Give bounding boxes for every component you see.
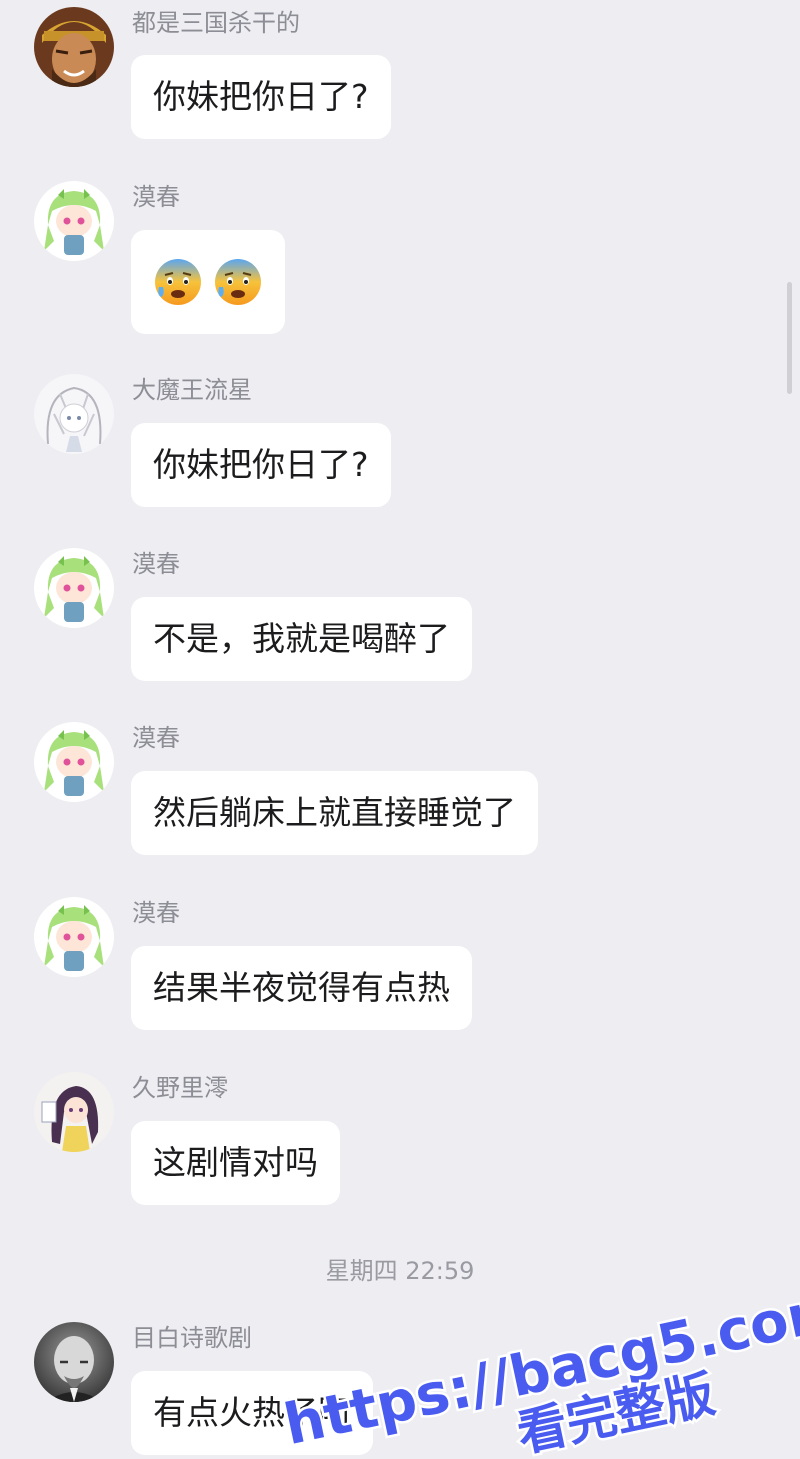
anxious-sweat-emoji-icon [215,259,261,305]
message-bubble[interactable]: 你妹把你日了? [131,423,391,507]
anime-green-hair-avatar-icon[interactable] [34,897,114,977]
anime-purple-hair-avatar-icon[interactable] [34,1072,114,1152]
timestamp-divider: 星期四 22:59 [325,1257,475,1285]
sender-name[interactable]: 漠春 [132,549,180,579]
sender-name[interactable]: 漠春 [132,898,180,928]
emoji-bubble[interactable] [131,230,285,334]
sender-name[interactable]: 漠春 [132,182,180,212]
warrior-avatar-icon[interactable] [34,7,114,87]
message-bubble[interactable]: 有点火热了阿 [131,1371,373,1455]
sender-name[interactable]: 漠春 [132,723,180,753]
scrollbar[interactable] [787,282,792,394]
anime-green-hair-avatar-icon[interactable] [34,722,114,802]
watermark-overlay: https://bacg5.com 看完整版 [276,1273,800,1459]
anime-green-hair-avatar-icon[interactable] [34,548,114,628]
anime-green-hair-avatar-icon[interactable] [34,181,114,261]
sender-name[interactable]: 都是三国杀干的 [132,8,300,38]
message-bubble[interactable]: 结果半夜觉得有点热 [131,946,472,1030]
sender-name[interactable]: 目白诗歌剧 [132,1323,252,1353]
message-bubble[interactable]: 你妹把你日了? [131,55,391,139]
watermark-line-2: 看完整版 [512,1365,720,1459]
chat-history[interactable]: 都是三国杀干的 你妹把你日了? 漠春 大魔王流星 你妹把你日了? 漠春 不是，我… [0,0,800,1459]
message-bubble[interactable]: 这剧情对吗 [131,1121,340,1205]
sender-name[interactable]: 大魔王流星 [132,375,252,405]
message-bubble[interactable]: 不是，我就是喝醉了 [131,597,472,681]
sender-name[interactable]: 久野里澪 [132,1073,228,1103]
message-bubble[interactable]: 然后躺床上就直接睡觉了 [131,771,538,855]
anxious-sweat-emoji-icon [155,259,201,305]
anime-sketch-avatar-icon[interactable] [34,374,114,454]
bald-man-photo-avatar-icon[interactable] [34,1322,114,1402]
